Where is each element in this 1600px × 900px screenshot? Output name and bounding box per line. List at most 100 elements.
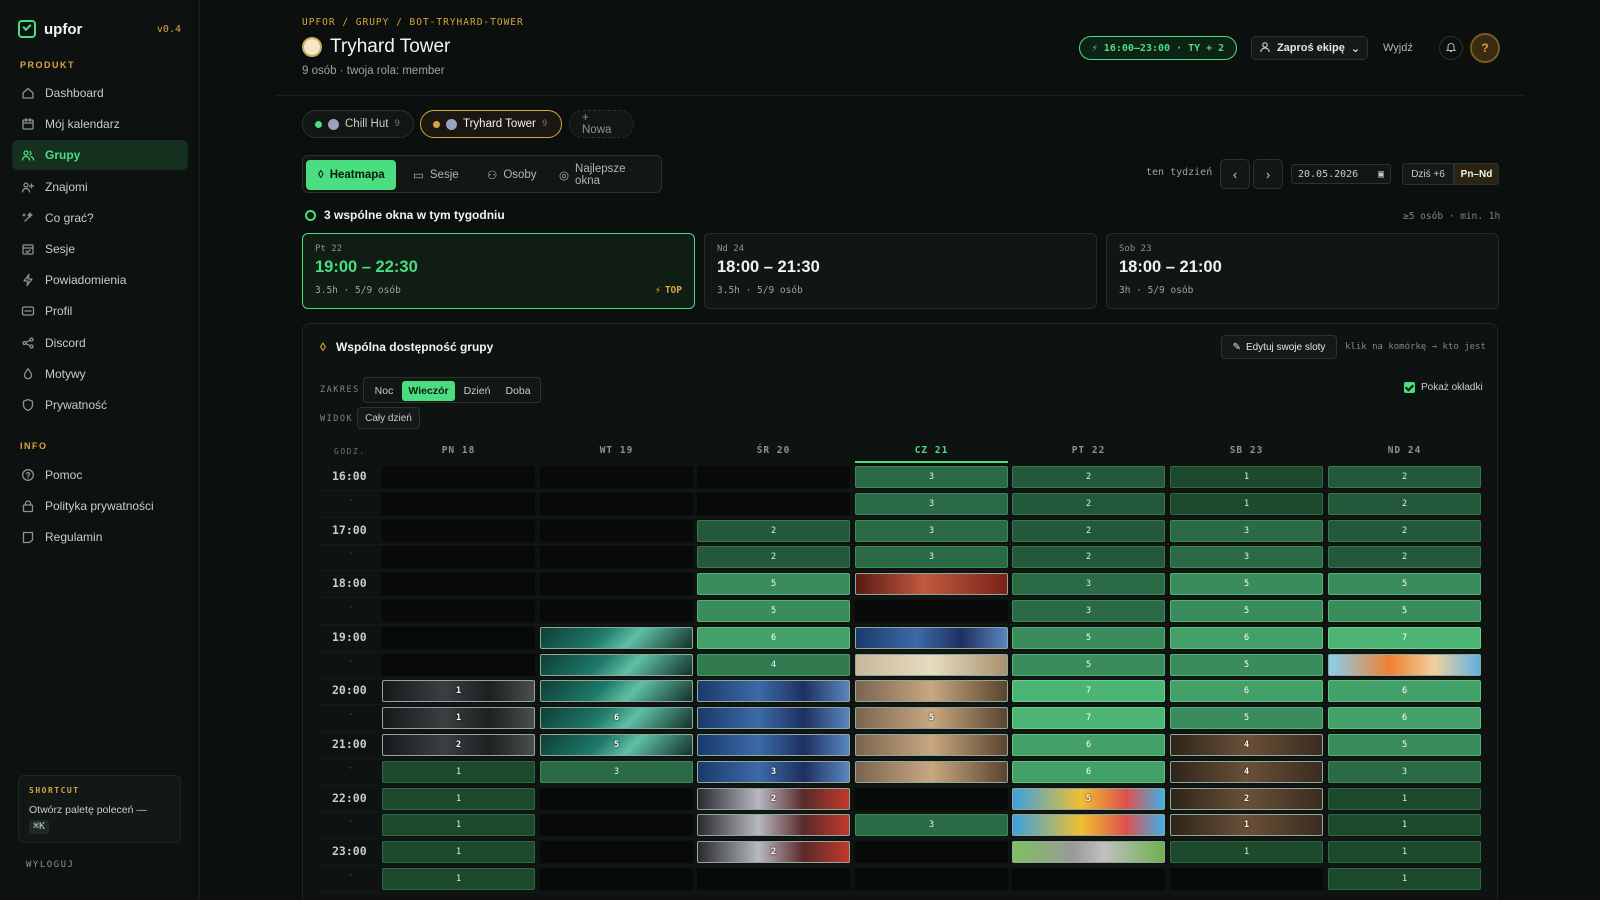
- heatmap-cell[interactable]: 2: [1328, 492, 1481, 515]
- heatmap-cell[interactable]: 5: [1170, 573, 1323, 596]
- heatmap-cell[interactable]: [540, 626, 693, 649]
- new-group-button[interactable]: + Nowa: [569, 110, 634, 138]
- sidebar-item-mój-kalendarz[interactable]: Mój kalendarz: [12, 109, 188, 139]
- heatmap-cell[interactable]: [697, 466, 850, 488]
- sidebar-item-znajomi[interactable]: Znajomi: [12, 172, 188, 202]
- range-noc[interactable]: Noc: [368, 381, 400, 401]
- heatmap-cell[interactable]: 3: [855, 814, 1008, 837]
- heatmap-cell[interactable]: 3: [855, 519, 1008, 542]
- heatmap-cell[interactable]: [540, 546, 693, 569]
- heatmap-cell[interactable]: [855, 600, 1008, 622]
- sidebar-item-pomoc[interactable]: Pomoc: [12, 460, 188, 490]
- help-button[interactable]: ?: [1470, 33, 1500, 63]
- tab-najlepsze-okna[interactable]: ◎ Najlepsze okna: [547, 160, 661, 190]
- sidebar-item-discord[interactable]: Discord: [12, 328, 188, 358]
- invite-button[interactable]: Zaproś ekipę ⌄: [1251, 36, 1368, 60]
- heatmap-cell[interactable]: 2: [697, 546, 850, 569]
- tab-osoby[interactable]: ⚇ Osoby: [475, 160, 549, 190]
- heatmap-cell[interactable]: 3: [1328, 760, 1481, 783]
- heatmap-cell[interactable]: 1: [1170, 814, 1323, 837]
- heatmap-cell[interactable]: 2: [697, 519, 850, 542]
- heatmap-cell[interactable]: 4: [697, 653, 850, 676]
- heatmap-cell[interactable]: [382, 492, 535, 515]
- heatmap-cell[interactable]: [1012, 868, 1165, 890]
- tab-sesje[interactable]: ▭ Sesje: [401, 160, 471, 190]
- range-doba[interactable]: Doba: [499, 381, 537, 401]
- window-card[interactable]: Nd 24 18:00 – 21:30 3.5h · 5/9 osób: [704, 233, 1097, 309]
- range-toggle[interactable]: Pn–Nd: [1454, 163, 1499, 185]
- heatmap-cell[interactable]: 5: [540, 734, 693, 756]
- heatmap-cell[interactable]: 6: [1170, 626, 1323, 649]
- logout-link[interactable]: WYLOGUJ: [26, 860, 74, 870]
- heatmap-cell[interactable]: 5: [1170, 707, 1323, 730]
- heatmap-cell[interactable]: [382, 573, 535, 596]
- sidebar-item-profil[interactable]: Profil: [12, 296, 188, 326]
- heatmap-cell[interactable]: 3: [697, 760, 850, 783]
- heatmap-cell[interactable]: [540, 573, 693, 596]
- heatmap-cell[interactable]: [382, 600, 535, 622]
- heatmap-cell[interactable]: 5: [1170, 600, 1323, 622]
- heatmap-cell[interactable]: [855, 653, 1008, 676]
- heatmap-cell[interactable]: 5: [697, 573, 850, 596]
- heatmap-cell[interactable]: 1: [1170, 492, 1323, 515]
- sidebar-item-co-grać[interactable]: Co grać?: [12, 203, 188, 233]
- availability-pill[interactable]: ⚡ 16:00–23:00 · TY + 2: [1079, 36, 1237, 60]
- heatmap-cell[interactable]: [855, 787, 1008, 810]
- heatmap-cell[interactable]: 5: [1328, 573, 1481, 596]
- tab-heatmapa[interactable]: ◊ Heatmapa: [306, 160, 396, 190]
- heatmap-cell[interactable]: 2: [1328, 519, 1481, 542]
- heatmap-cell[interactable]: [382, 653, 535, 676]
- heatmap-cell[interactable]: 7: [1012, 707, 1165, 730]
- heatmap-cell[interactable]: 1: [382, 760, 535, 783]
- heatmap-cell[interactable]: [855, 680, 1008, 703]
- view-select[interactable]: Cały dzień: [357, 407, 420, 429]
- heatmap-cell[interactable]: 2: [697, 841, 850, 864]
- sidebar-item-prywatność[interactable]: Prywatność: [12, 390, 188, 420]
- range-dzien[interactable]: Dzień: [457, 381, 497, 401]
- leave-link[interactable]: Wyjdź: [1383, 42, 1413, 54]
- heatmap-cell[interactable]: 1: [382, 680, 535, 703]
- heatmap-cell[interactable]: [697, 734, 850, 756]
- heatmap-cell[interactable]: 1: [1328, 841, 1481, 864]
- heatmap-cell[interactable]: 3: [855, 492, 1008, 515]
- next-week-button[interactable]: ›: [1253, 159, 1283, 189]
- heatmap-cell[interactable]: 3: [1012, 600, 1165, 622]
- heatmap-cell[interactable]: [855, 573, 1008, 596]
- heatmap-cell[interactable]: 1: [382, 814, 535, 837]
- sidebar-item-grupy[interactable]: Grupy: [12, 140, 188, 171]
- heatmap-cell[interactable]: 5: [1170, 653, 1323, 676]
- heatmap-cell[interactable]: [855, 626, 1008, 649]
- sidebar-item-motywy[interactable]: Motywy: [12, 359, 188, 389]
- heatmap-cell[interactable]: 3: [1170, 519, 1323, 542]
- sidebar-item-powiadomienia[interactable]: Powiadomienia: [12, 265, 188, 295]
- heatmap-cell[interactable]: 1: [382, 707, 535, 730]
- heatmap-cell[interactable]: [382, 519, 535, 542]
- heatmap-cell[interactable]: [540, 680, 693, 703]
- heatmap-cell[interactable]: 1: [1328, 868, 1481, 890]
- window-card[interactable]: Sob 23 18:00 – 21:00 3h · 5/9 osób: [1106, 233, 1499, 309]
- heatmap-cell[interactable]: [697, 868, 850, 890]
- heatmap-cell[interactable]: [697, 707, 850, 730]
- heatmap-cell[interactable]: 2: [1012, 546, 1165, 569]
- notifications-button[interactable]: [1439, 36, 1463, 60]
- heatmap-cell[interactable]: [855, 734, 1008, 756]
- window-card[interactable]: Pt 22 19:00 – 22:30 3.5h · 5/9 osób ⚡ TOP: [302, 233, 695, 309]
- heatmap-cell[interactable]: 1: [1170, 841, 1323, 864]
- sidebar-item-dashboard[interactable]: Dashboard: [12, 78, 188, 108]
- heatmap-cell[interactable]: 3: [855, 466, 1008, 488]
- heatmap-cell[interactable]: 1: [382, 841, 535, 864]
- heatmap-cell[interactable]: [382, 626, 535, 649]
- edit-slots-button[interactable]: ✎ Edytuj swoje sloty: [1221, 335, 1337, 359]
- range-wieczor[interactable]: Wieczór: [402, 381, 455, 401]
- heatmap-cell[interactable]: 2: [1012, 466, 1165, 488]
- heatmap-cell[interactable]: [1170, 868, 1323, 890]
- heatmap-cell[interactable]: 5: [1012, 787, 1165, 810]
- heatmap-cell[interactable]: [697, 814, 850, 837]
- heatmap-cell[interactable]: [697, 492, 850, 515]
- heatmap-cell[interactable]: 5: [1328, 600, 1481, 622]
- heatmap-cell[interactable]: 4: [1170, 734, 1323, 756]
- today-button[interactable]: Dziś +6: [1402, 163, 1454, 185]
- heatmap-cell[interactable]: 6: [1328, 707, 1481, 730]
- heatmap-cell[interactable]: 6: [697, 626, 850, 649]
- heatmap-cell[interactable]: 3: [540, 760, 693, 783]
